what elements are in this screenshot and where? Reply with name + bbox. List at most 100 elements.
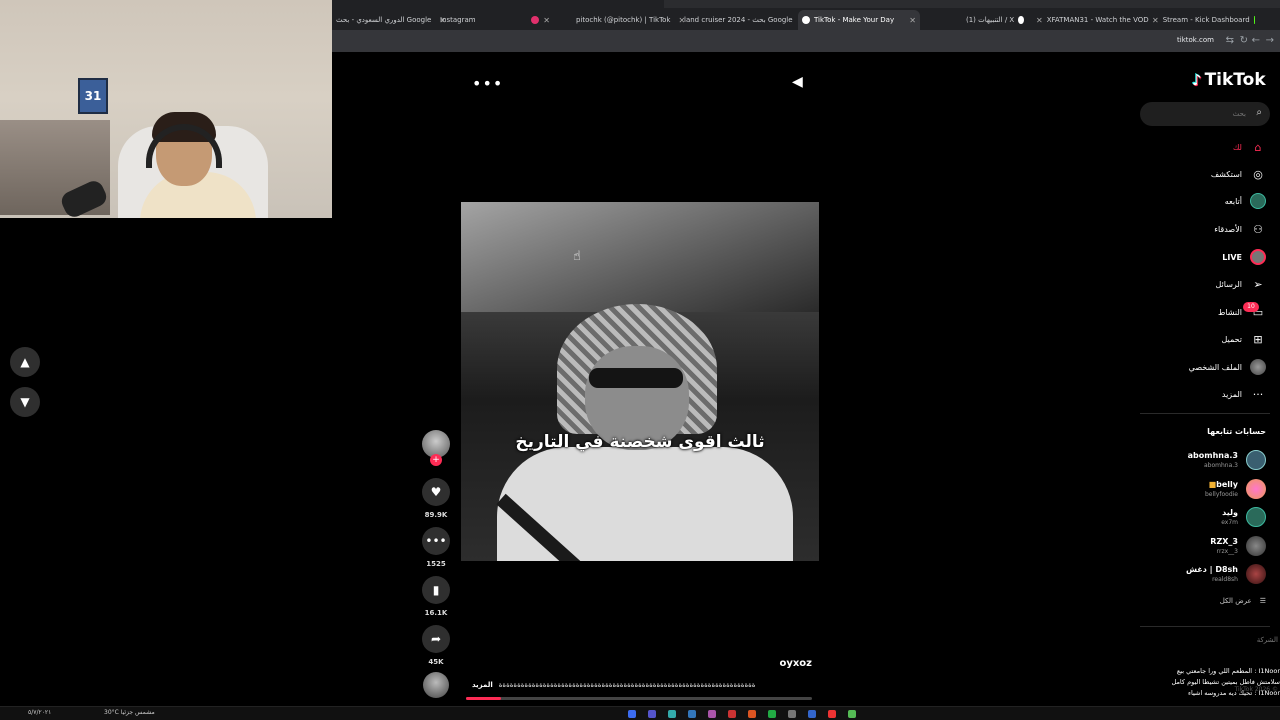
video-progress-bar[interactable]	[466, 697, 812, 700]
browser-tab-active[interactable]: TikTok - Make Your Day ✕	[798, 10, 920, 30]
sidebar-item-friends[interactable]: الأصدقاء ⚇	[1214, 219, 1266, 239]
save-button[interactable]: ▮	[422, 576, 450, 604]
sound-disc-avatar[interactable]	[423, 672, 449, 698]
sidebar-item-messages[interactable]: الرسائل ➢	[1216, 274, 1267, 294]
browser-tab-bar: الدوري السعودي - بحث Google ✕ Instagram ✕ …	[332, 0, 1280, 30]
sidebar-divider	[1140, 413, 1270, 414]
video-caption: ثالث اقوى شخصنة في التاريخ	[515, 432, 765, 452]
close-icon[interactable]: ✕	[543, 16, 550, 25]
following-account[interactable]: دغش | D8sh reald8sh	[1186, 563, 1266, 585]
following-account[interactable]: وليد ex7m	[1221, 506, 1266, 528]
app-icon[interactable]	[688, 710, 696, 718]
taskbar-weather[interactable]: 30°C مشمس جزئيا	[104, 709, 155, 716]
browser-tab[interactable]: Instagram ✕	[436, 10, 554, 30]
app-icon[interactable]	[748, 710, 756, 718]
mouse-cursor-icon: ☝	[573, 249, 581, 264]
app-icon[interactable]	[768, 710, 776, 718]
see-more-link[interactable]: المزيد	[472, 681, 493, 689]
app-icon[interactable]	[708, 710, 716, 718]
translate-icon[interactable]: ⇆	[1226, 35, 1234, 46]
taskbar-date: ٥/٧/٢٠٢١	[28, 709, 52, 716]
chevron-down-icon: ▼	[20, 395, 30, 409]
save-count: 16.1K	[424, 609, 448, 617]
app-icon[interactable]	[808, 710, 816, 718]
browser-tab[interactable]: pitochk (@pitochk) | TikTok ✕	[572, 10, 685, 30]
app-icon[interactable]	[648, 710, 656, 718]
see-all-link[interactable]: عرض الكل ☰	[1220, 597, 1266, 605]
volume-icon[interactable]: ◀	[792, 74, 803, 90]
share-button[interactable]: ➦	[422, 625, 450, 653]
video-player[interactable]: ثالث اقوى شخصنة في التاريخ	[461, 202, 819, 561]
browser-tab[interactable]: land cruiser 2024 - بحث Google✕	[680, 10, 807, 30]
sidebar-item-upload[interactable]: تحميل ⊞	[1222, 329, 1267, 349]
search-bar[interactable]: ⌕	[1140, 102, 1270, 126]
app-icon[interactable]	[788, 710, 796, 718]
app-icon[interactable]	[668, 710, 676, 718]
like-count: 89.9K	[424, 511, 448, 519]
taskbar-apps	[628, 710, 856, 718]
sidebar-item-profile[interactable]: الملف الشخصي	[1189, 357, 1266, 377]
comment-button[interactable]: •••	[422, 527, 450, 555]
tab-strip-overflow	[664, 0, 1280, 8]
avatar	[1246, 479, 1266, 499]
send-icon: ➢	[1253, 277, 1263, 291]
comment-icon: •••	[425, 534, 447, 548]
avatar	[1246, 536, 1266, 556]
forward-icon[interactable]: →	[1266, 35, 1274, 46]
tiktok-icon	[802, 16, 810, 24]
instagram-icon	[531, 16, 540, 24]
sidebar-divider	[1140, 626, 1270, 627]
like-button[interactable]: ♥	[422, 478, 450, 506]
following-account[interactable]: abomhna.3 abomhna.3	[1188, 449, 1266, 471]
friends-icon: ⚇	[1253, 222, 1263, 236]
back-icon[interactable]: ←	[1252, 35, 1260, 46]
follow-plus-icon[interactable]: +	[430, 454, 442, 466]
share-icon: ➦	[430, 632, 442, 646]
browser-tab[interactable]: ✕ XFATMAN31 - Watch the VOD	[1032, 10, 1149, 30]
app-icon[interactable]	[728, 710, 736, 718]
company-link[interactable]: الشركة	[1257, 636, 1278, 644]
heart-icon: ♥	[430, 485, 442, 499]
chevron-up-icon: ▲	[20, 355, 30, 369]
avatar	[1246, 450, 1266, 470]
sidebar-item-live[interactable]: LIVE	[1222, 247, 1266, 267]
video-author[interactable]: oyxoz	[760, 658, 812, 669]
app-icon[interactable]	[828, 710, 836, 718]
address-bar[interactable]: tiktok.com ⇆ ↻ ← →	[332, 30, 1280, 52]
app-icon[interactable]	[628, 710, 636, 718]
compass-icon: ◎	[1253, 167, 1263, 181]
close-icon[interactable]: ✕	[1152, 16, 1159, 25]
avatar	[1246, 507, 1266, 527]
upload-icon: ⊞	[1253, 332, 1263, 346]
url-text[interactable]: tiktok.com	[1177, 36, 1214, 44]
reload-icon[interactable]: ↻	[1240, 35, 1248, 46]
close-icon[interactable]: ✕	[909, 16, 916, 25]
profile-icon	[1250, 359, 1266, 375]
browser-tab[interactable]: (1) التنبيهات / X	[962, 10, 1028, 30]
following-account[interactable]: ■belly bellyfoodie	[1205, 478, 1266, 500]
tiktok-note-icon: ♪	[1192, 71, 1202, 89]
share-count: 45K	[428, 658, 444, 666]
following-account[interactable]: RZX_3 rrzx__3	[1210, 535, 1266, 557]
previous-video-button[interactable]: ▲	[10, 347, 40, 377]
more-options-icon[interactable]: •••	[472, 74, 503, 93]
search-icon[interactable]: ⌕	[1256, 107, 1262, 118]
sidebar-item-explore[interactable]: استكشف ◎	[1211, 164, 1266, 184]
sidebar-item-for-you[interactable]: لك ⌂	[1233, 137, 1266, 157]
browser-tab[interactable]: ✕ Stream - Kick Dashboard	[1148, 10, 1258, 30]
sidebar-item-following[interactable]: أتابعه	[1225, 191, 1266, 211]
chat-message: المطعم اللي ورا جامعتي بيع : I1Noor	[1176, 667, 1280, 675]
description-text: ةةةةةةةةةةةةةةةةةةةةةةةةةةةةةةةةةةةةةةةة…	[498, 681, 756, 689]
browser-tab[interactable]: الدوري السعودي - بحث Google ✕	[332, 10, 446, 30]
next-video-button[interactable]: ▼	[10, 387, 40, 417]
video-description: المزيد ةةةةةةةةةةةةةةةةةةةةةةةةةةةةةةةةة…	[472, 681, 812, 689]
search-input[interactable]	[1148, 102, 1248, 126]
video-progress-fill	[466, 697, 501, 700]
close-icon[interactable]: ✕	[1036, 16, 1043, 25]
stream-chat-overlay: المطعم اللي ورا جامعتي بيع : I1Noor سلام…	[1134, 666, 1280, 699]
tiktok-logo[interactable]: ♪ TikTok	[1192, 70, 1266, 90]
sidebar-item-more[interactable]: المزيد ···	[1222, 384, 1266, 404]
bookmark-icon: ▮	[432, 583, 440, 597]
webcam-overlay: 31	[0, 0, 332, 218]
app-icon[interactable]	[848, 710, 856, 718]
